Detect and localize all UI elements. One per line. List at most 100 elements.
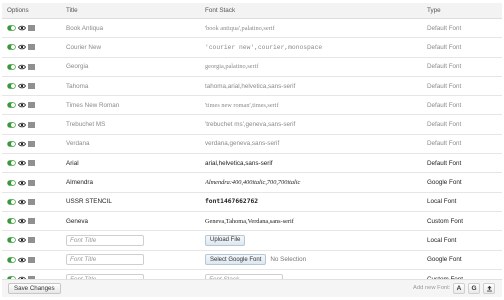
menu-icon[interactable] (28, 64, 35, 70)
menu-icon[interactable] (28, 257, 35, 263)
row-options (7, 173, 62, 191)
eye-icon[interactable] (18, 102, 26, 108)
eye-icon[interactable] (18, 257, 26, 263)
eye-icon[interactable] (18, 237, 26, 243)
eye-icon[interactable] (18, 160, 26, 166)
eye-icon[interactable] (18, 199, 26, 205)
header-font-stack: Font Stack (205, 7, 236, 14)
row-options (7, 115, 62, 133)
menu-icon[interactable] (28, 199, 35, 205)
toggle-icon[interactable] (7, 256, 16, 263)
table-row: Courier New 'courier new',courier,monosp… (2, 38, 502, 58)
font-title: Trebuchet MS (66, 121, 106, 129)
table-row: Tahoma tahoma,arial,helvetica,sans-serif… (2, 76, 502, 97)
row-options (7, 212, 62, 230)
font-type: Local Font (427, 236, 457, 244)
toggle-icon[interactable] (7, 25, 16, 31)
font-title: Geneva (66, 217, 89, 225)
font-type: Default Font (427, 82, 462, 90)
table-row: Trebuchet MS 'trebuchet ms',geneva,sans-… (2, 115, 502, 135)
add-default-font-button[interactable]: A (453, 283, 465, 294)
add-google-font-button[interactable]: G (468, 283, 480, 294)
toggle-icon[interactable] (7, 218, 16, 224)
upload-file-button[interactable]: Upload File (205, 234, 246, 246)
toggle-icon[interactable] (7, 237, 16, 244)
toggle-icon[interactable] (7, 160, 16, 166)
select-google-font-button[interactable]: Select Google Font (205, 254, 267, 266)
row-options (7, 38, 62, 56)
table-row: Geneva Geneva,Tahoma,Verdana,sans-serif … (2, 211, 502, 232)
add-new-font-label: Add new Font: (413, 285, 451, 291)
stack-cell: Upload File (205, 231, 425, 249)
eye-icon[interactable] (18, 44, 26, 50)
eye-icon[interactable] (18, 83, 26, 89)
font-title-input[interactable]: Font Title (66, 254, 144, 266)
font-type: Default Font (427, 43, 462, 51)
table-row-new-google: Font Title Select Google Font No Selecti… (2, 250, 502, 270)
eye-icon[interactable] (18, 25, 26, 31)
table-row: Verdana verdana,geneva,sans-serif Defaul… (2, 134, 502, 155)
font-stack: tahoma,arial,helvetica,sans-serif (205, 82, 296, 90)
font-title: USSR STENCIL (66, 198, 112, 206)
font-type: Default Font (427, 101, 462, 109)
toggle-icon[interactable] (7, 63, 16, 70)
upload-icon (486, 285, 493, 292)
font-stack: Almendra:400,400italic,700,700italic (205, 179, 301, 187)
font-title: Tahoma (66, 82, 89, 90)
table-row: Book Antiqua 'book antiqua',palatino,ser… (2, 19, 502, 39)
menu-icon[interactable] (28, 44, 35, 50)
toggle-icon[interactable] (7, 44, 16, 51)
footer-bar: Save Changes Add new Font: A G (2, 279, 502, 297)
row-options (7, 96, 62, 114)
title-cell: Font Title (66, 231, 202, 249)
google-font-selection: No Selection (270, 256, 307, 264)
eye-icon[interactable] (18, 122, 26, 128)
font-stack: font1467662762 (205, 198, 259, 206)
eye-icon[interactable] (18, 180, 26, 186)
eye-icon[interactable] (18, 218, 26, 224)
menu-icon[interactable] (28, 25, 35, 31)
row-options (7, 193, 62, 211)
font-title: Verdana (66, 140, 90, 148)
row-options (7, 19, 62, 37)
toggle-icon[interactable] (7, 179, 16, 186)
table-row: USSR STENCIL font1467662762 Local Font (2, 192, 502, 212)
row-options (7, 58, 62, 76)
eye-icon[interactable] (18, 141, 26, 147)
menu-icon[interactable] (28, 160, 35, 166)
font-type: Custom Font (427, 217, 464, 225)
stack-cell: Select Google Font No Selection (205, 251, 425, 269)
font-stack: 'courier new',courier,monospace (205, 43, 323, 51)
menu-icon[interactable] (28, 122, 35, 128)
add-local-font-button[interactable] (483, 283, 495, 294)
font-title: Book Antiqua (66, 24, 104, 32)
row-options (7, 231, 62, 249)
table-row: Times New Roman 'times new roman',times,… (2, 96, 502, 116)
row-options (7, 154, 62, 172)
font-title-input[interactable]: Font Title (66, 234, 144, 246)
font-title: Almendra (66, 179, 93, 187)
font-stack: georgia,palatino,serif (205, 63, 259, 71)
row-options (7, 251, 62, 269)
menu-icon[interactable] (28, 237, 35, 243)
font-title: Arial (66, 159, 79, 167)
header-options: Options (7, 7, 29, 14)
font-type: Google Font (427, 179, 462, 187)
toggle-icon[interactable] (7, 141, 16, 147)
toggle-icon[interactable] (7, 102, 16, 109)
row-options (7, 135, 62, 153)
menu-icon[interactable] (28, 141, 35, 147)
font-stack: 'trebuchet ms',geneva,sans-serif (205, 121, 296, 129)
menu-icon[interactable] (28, 218, 35, 224)
toggle-icon[interactable] (7, 199, 16, 205)
menu-icon[interactable] (28, 83, 35, 89)
row-options (7, 77, 62, 95)
save-changes-button[interactable]: Save Changes (8, 283, 61, 294)
header-type: Type (427, 7, 441, 14)
menu-icon[interactable] (28, 102, 35, 108)
eye-icon[interactable] (18, 64, 26, 70)
menu-icon[interactable] (28, 180, 35, 186)
toggle-icon[interactable] (7, 121, 16, 128)
table-header: Options Title Font Stack Type (2, 3, 502, 19)
toggle-icon[interactable] (7, 83, 16, 89)
